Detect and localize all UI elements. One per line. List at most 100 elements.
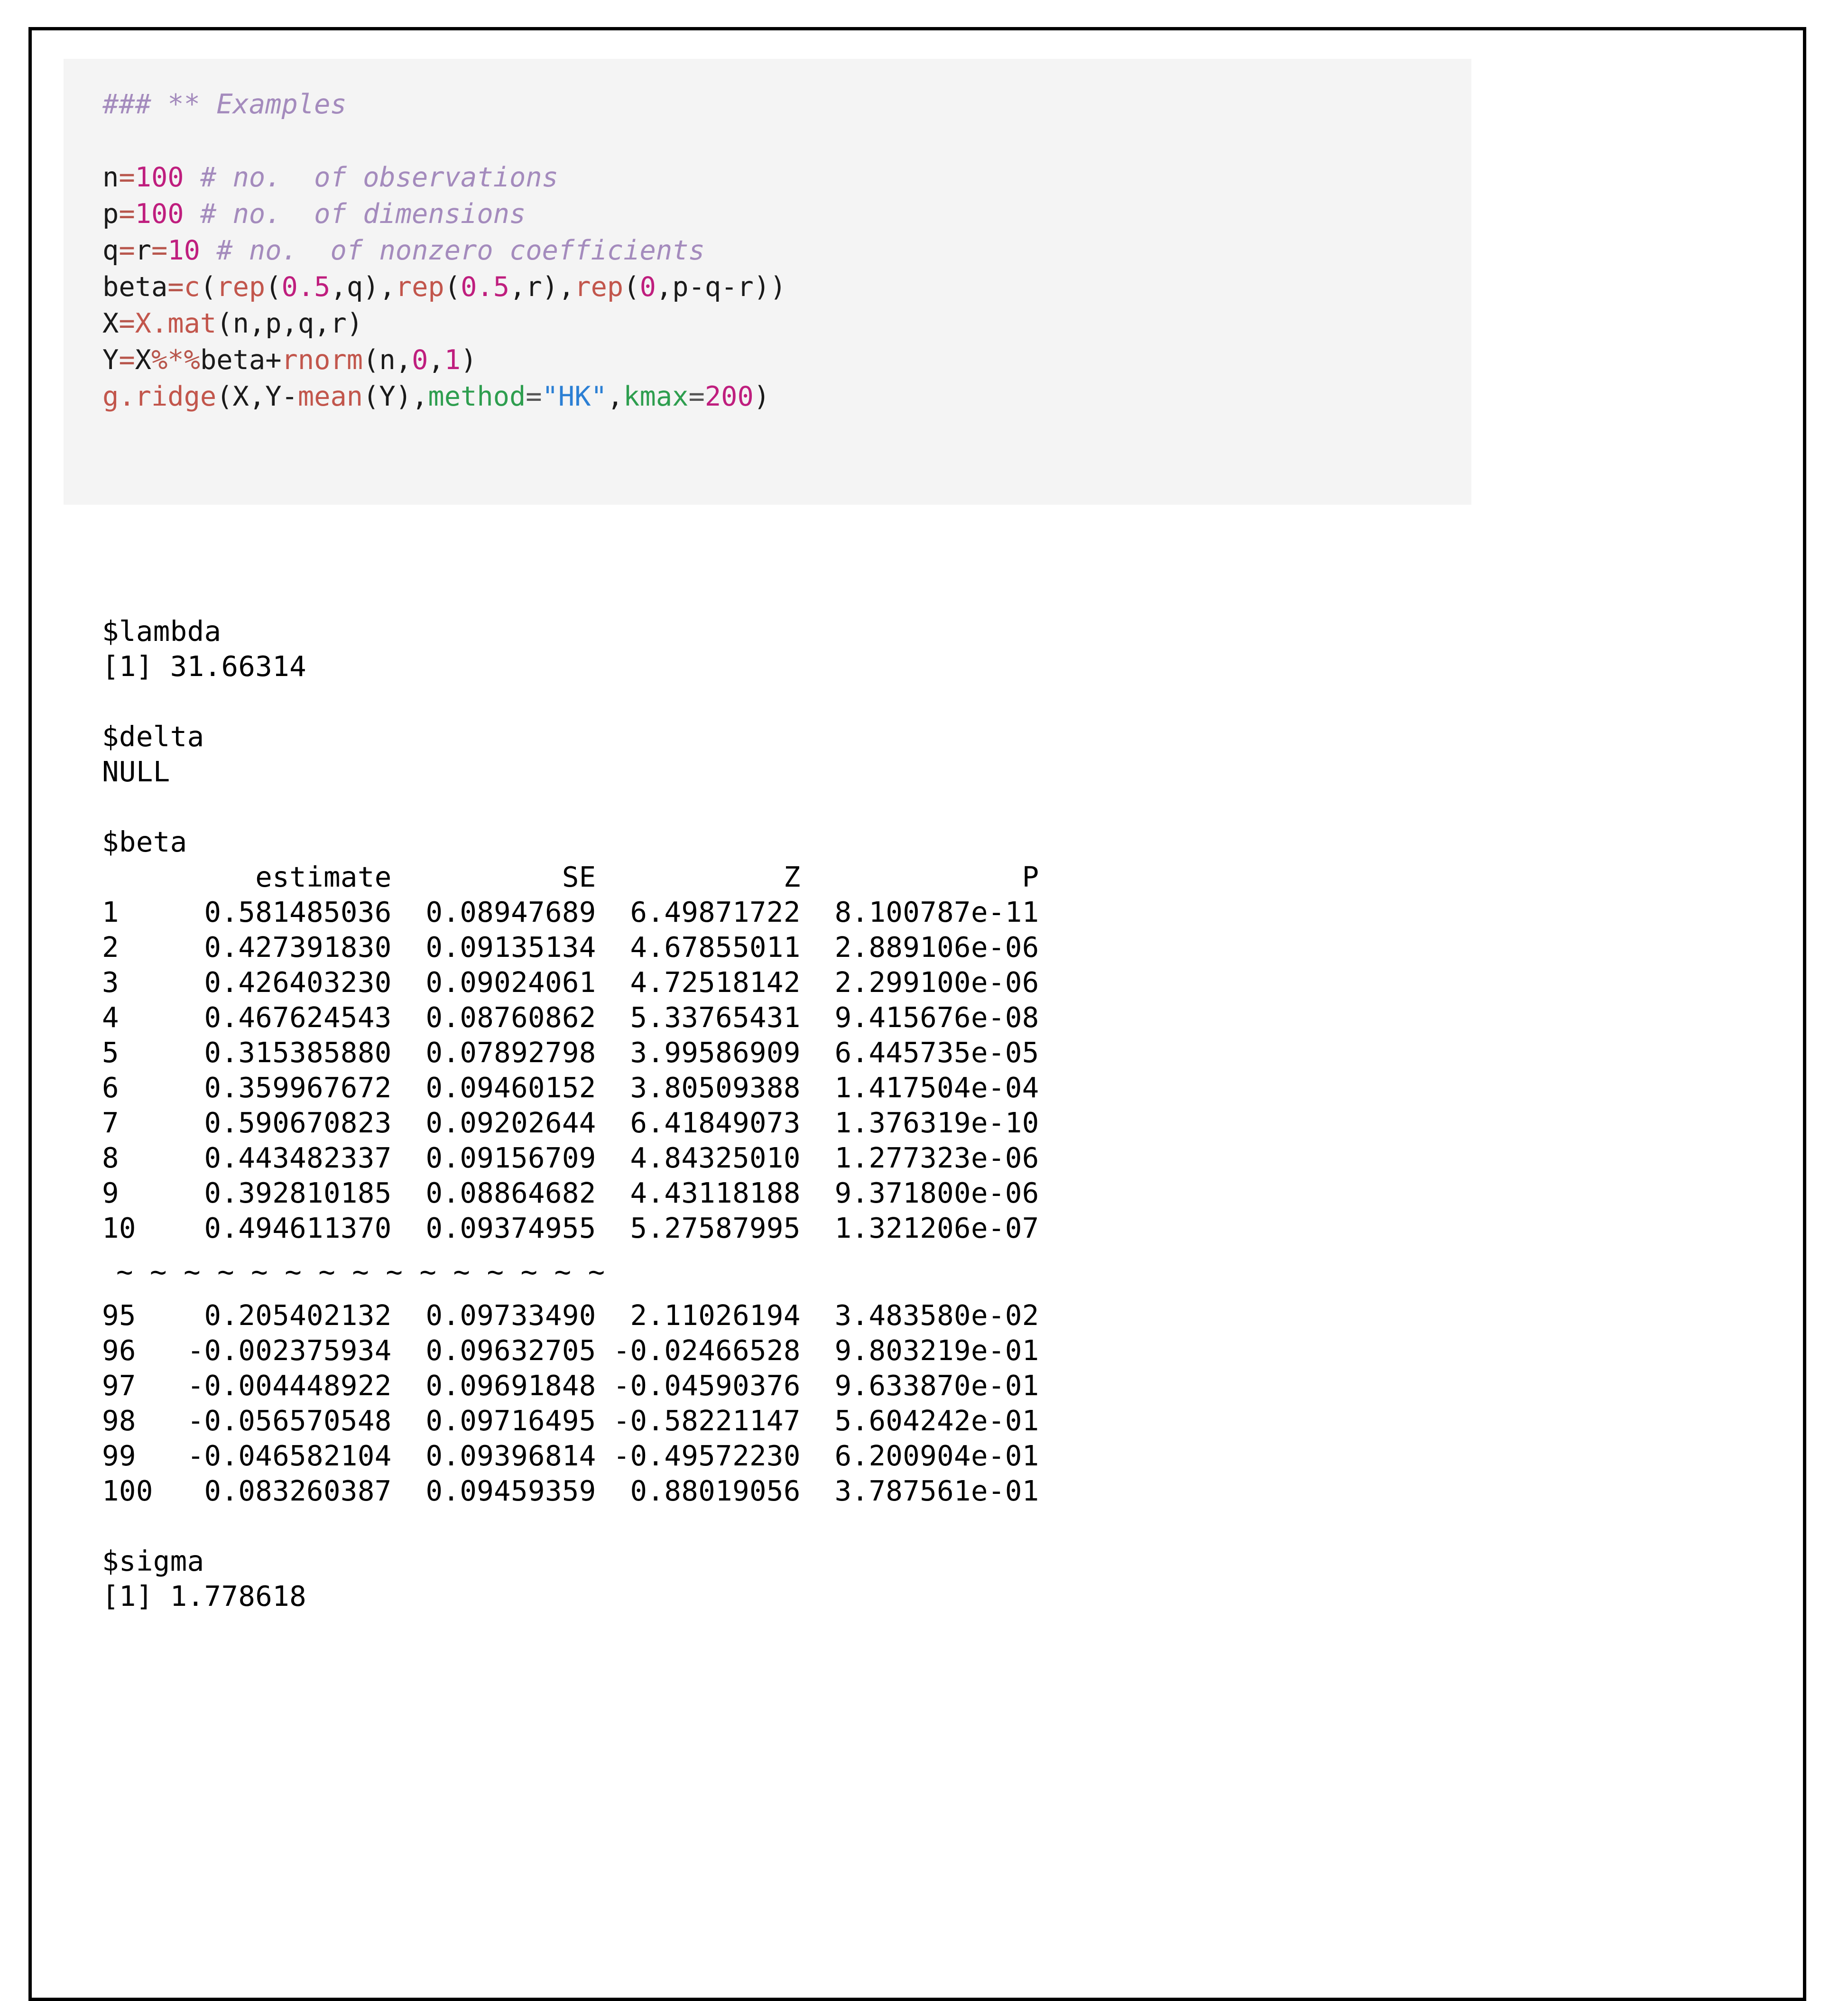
code-line-line-p: p=100 # no. of dimensions [64, 196, 1471, 232]
code-line-line-beta: beta=c(rep(0.5,q),rep(0.5,r),rep(0,p-q-r… [64, 269, 1471, 306]
code-token: Y [102, 344, 119, 376]
beta-table-rows-tail: 95 0.205402132 0.09733490 2.11026194 3.4… [102, 1298, 1762, 1509]
code-token: ( [623, 271, 640, 303]
code-token: rnorm [281, 344, 363, 376]
code-token: = [119, 308, 135, 339]
code-line-line-qr: q=r=10 # no. of nonzero coefficients [64, 232, 1471, 269]
beta-table-row: 100 0.083260387 0.09459359 0.88019056 3.… [102, 1474, 1039, 1507]
code-token: ,r [509, 271, 542, 303]
code-token: # no. of observations [200, 162, 558, 193]
beta-table-row: 1 0.581485036 0.08947689 6.49871722 8.10… [102, 896, 1039, 928]
code-token: g.ridge [102, 381, 217, 412]
code-token: "HK" [542, 381, 607, 412]
code-token: = [526, 381, 542, 412]
console-output: $lambda [1] 31.66314 $delta NULL $beta e… [102, 614, 1762, 1614]
code-token: ( [265, 271, 282, 303]
beta-table-row: 8 0.443482337 0.09156709 4.84325010 1.27… [102, 1141, 1039, 1174]
code-example-block: ### ** Examples n=100 # no. of observati… [64, 59, 1471, 505]
code-line-line-X: X=X.mat(n,p,q,r) [64, 306, 1471, 342]
beta-table-row: 5 0.315385880 0.07892798 3.99586909 6.44… [102, 1036, 1039, 1069]
code-token: 0.5 [281, 271, 331, 303]
code-token: 0.5 [461, 271, 510, 303]
beta-table-row: 2 0.427391830 0.09135134 4.67855011 2.88… [102, 931, 1039, 963]
code-token: 10 [167, 235, 200, 266]
beta-table-header: estimate SE Z P [102, 861, 1039, 893]
code-token: %*% [151, 344, 200, 376]
code-token: , [607, 381, 624, 412]
code-token: )) [753, 271, 786, 303]
code-token: q [102, 235, 119, 266]
code-token: n [102, 162, 119, 193]
code-token: ), [363, 271, 396, 303]
code-token: # no. of dimensions [200, 198, 526, 230]
code-token: rep [216, 271, 266, 303]
lambda-value: [1] 31.66314 [102, 650, 307, 683]
code-token: = [688, 381, 705, 412]
code-token: ( [444, 271, 461, 303]
delta-value: NULL [102, 755, 170, 788]
code-token: = [167, 271, 184, 303]
code-token: method [428, 381, 526, 412]
code-token: rep [574, 271, 624, 303]
code-token: r [135, 235, 151, 266]
code-token: beta [102, 271, 168, 303]
code-token: ,p-q-r [656, 271, 754, 303]
code-line-line-n: n=100 # no. of observations [64, 159, 1471, 196]
code-token: 200 [704, 381, 754, 412]
beta-table-truncation-separator: ~ ~ ~ ~ ~ ~ ~ ~ ~ ~ ~ ~ ~ ~ ~ [116, 1255, 605, 1288]
beta-table-row: 3 0.426403230 0.09024061 4.72518142 2.29… [102, 966, 1039, 999]
code-token: , [428, 344, 444, 376]
beta-table-row: 95 0.205402132 0.09733490 2.11026194 3.4… [102, 1299, 1039, 1332]
code-line-blank-1 [64, 123, 1471, 159]
code-token: ) [461, 344, 477, 376]
code-token: = [119, 344, 135, 376]
document-page-frame: ### ** Examples n=100 # no. of observati… [28, 27, 1806, 2001]
sigma-value: [1] 1.778618 [102, 1580, 307, 1612]
code-token: 0 [639, 271, 656, 303]
beta-key: $beta [102, 825, 187, 858]
delta-key: $delta [102, 720, 204, 753]
code-token: # no. of nonzero coefficients [216, 235, 705, 266]
code-token: X [135, 344, 151, 376]
beta-table-row: 99 -0.046582104 0.09396814 -0.49572230 6… [102, 1439, 1039, 1472]
code-token: (Y), [363, 381, 428, 412]
beta-table-row: 9 0.392810185 0.08864682 4.43118188 9.37… [102, 1177, 1039, 1209]
code-token: 100 [135, 198, 184, 230]
code-token: c [184, 271, 200, 303]
beta-table-row: 97 -0.004448922 0.09691848 -0.04590376 9… [102, 1369, 1039, 1402]
lambda-key: $lambda [102, 615, 222, 648]
code-heading: ### ** Examples [102, 89, 347, 120]
beta-table-row: 98 -0.056570548 0.09716495 -0.58221147 5… [102, 1404, 1039, 1437]
code-token: ( [200, 271, 217, 303]
code-lines-container: n=100 # no. of observations p=100 # no. o… [64, 123, 1471, 415]
code-token: kmax [623, 381, 689, 412]
code-token: mean [297, 381, 363, 412]
code-token: = [151, 235, 168, 266]
beta-table-rows-head: 1 0.581485036 0.08947689 6.49871722 8.10… [102, 895, 1762, 1246]
code-token: rep [395, 271, 444, 303]
beta-table-row: 6 0.359967672 0.09460152 3.80509388 1.41… [102, 1071, 1039, 1104]
beta-table-row: 4 0.467624543 0.08760862 5.33765431 9.41… [102, 1001, 1039, 1034]
code-token: ), [542, 271, 575, 303]
code-token: = [119, 198, 135, 230]
code-token: 1 [444, 344, 461, 376]
beta-table-row: 96 -0.002375934 0.09632705 -0.02466528 9… [102, 1334, 1039, 1367]
sigma-key: $sigma [102, 1545, 204, 1577]
code-token: 100 [135, 162, 184, 193]
code-line-line-Y: Y=X%*%beta+rnorm(n,0,1) [64, 342, 1471, 379]
beta-table-row: 10 0.494611370 0.09374955 5.27587995 1.3… [102, 1212, 1039, 1244]
code-token: ) [753, 381, 770, 412]
code-line-line-call: g.ridge(X,Y-mean(Y),method="HK",kmax=200… [64, 379, 1471, 415]
code-token: 0 [412, 344, 428, 376]
code-token: X [102, 308, 119, 339]
code-token: = [119, 162, 135, 193]
code-token: ,q [330, 271, 363, 303]
beta-table-row: 7 0.590670823 0.09202644 6.41849073 1.37… [102, 1106, 1039, 1139]
code-token: X.mat [135, 308, 217, 339]
